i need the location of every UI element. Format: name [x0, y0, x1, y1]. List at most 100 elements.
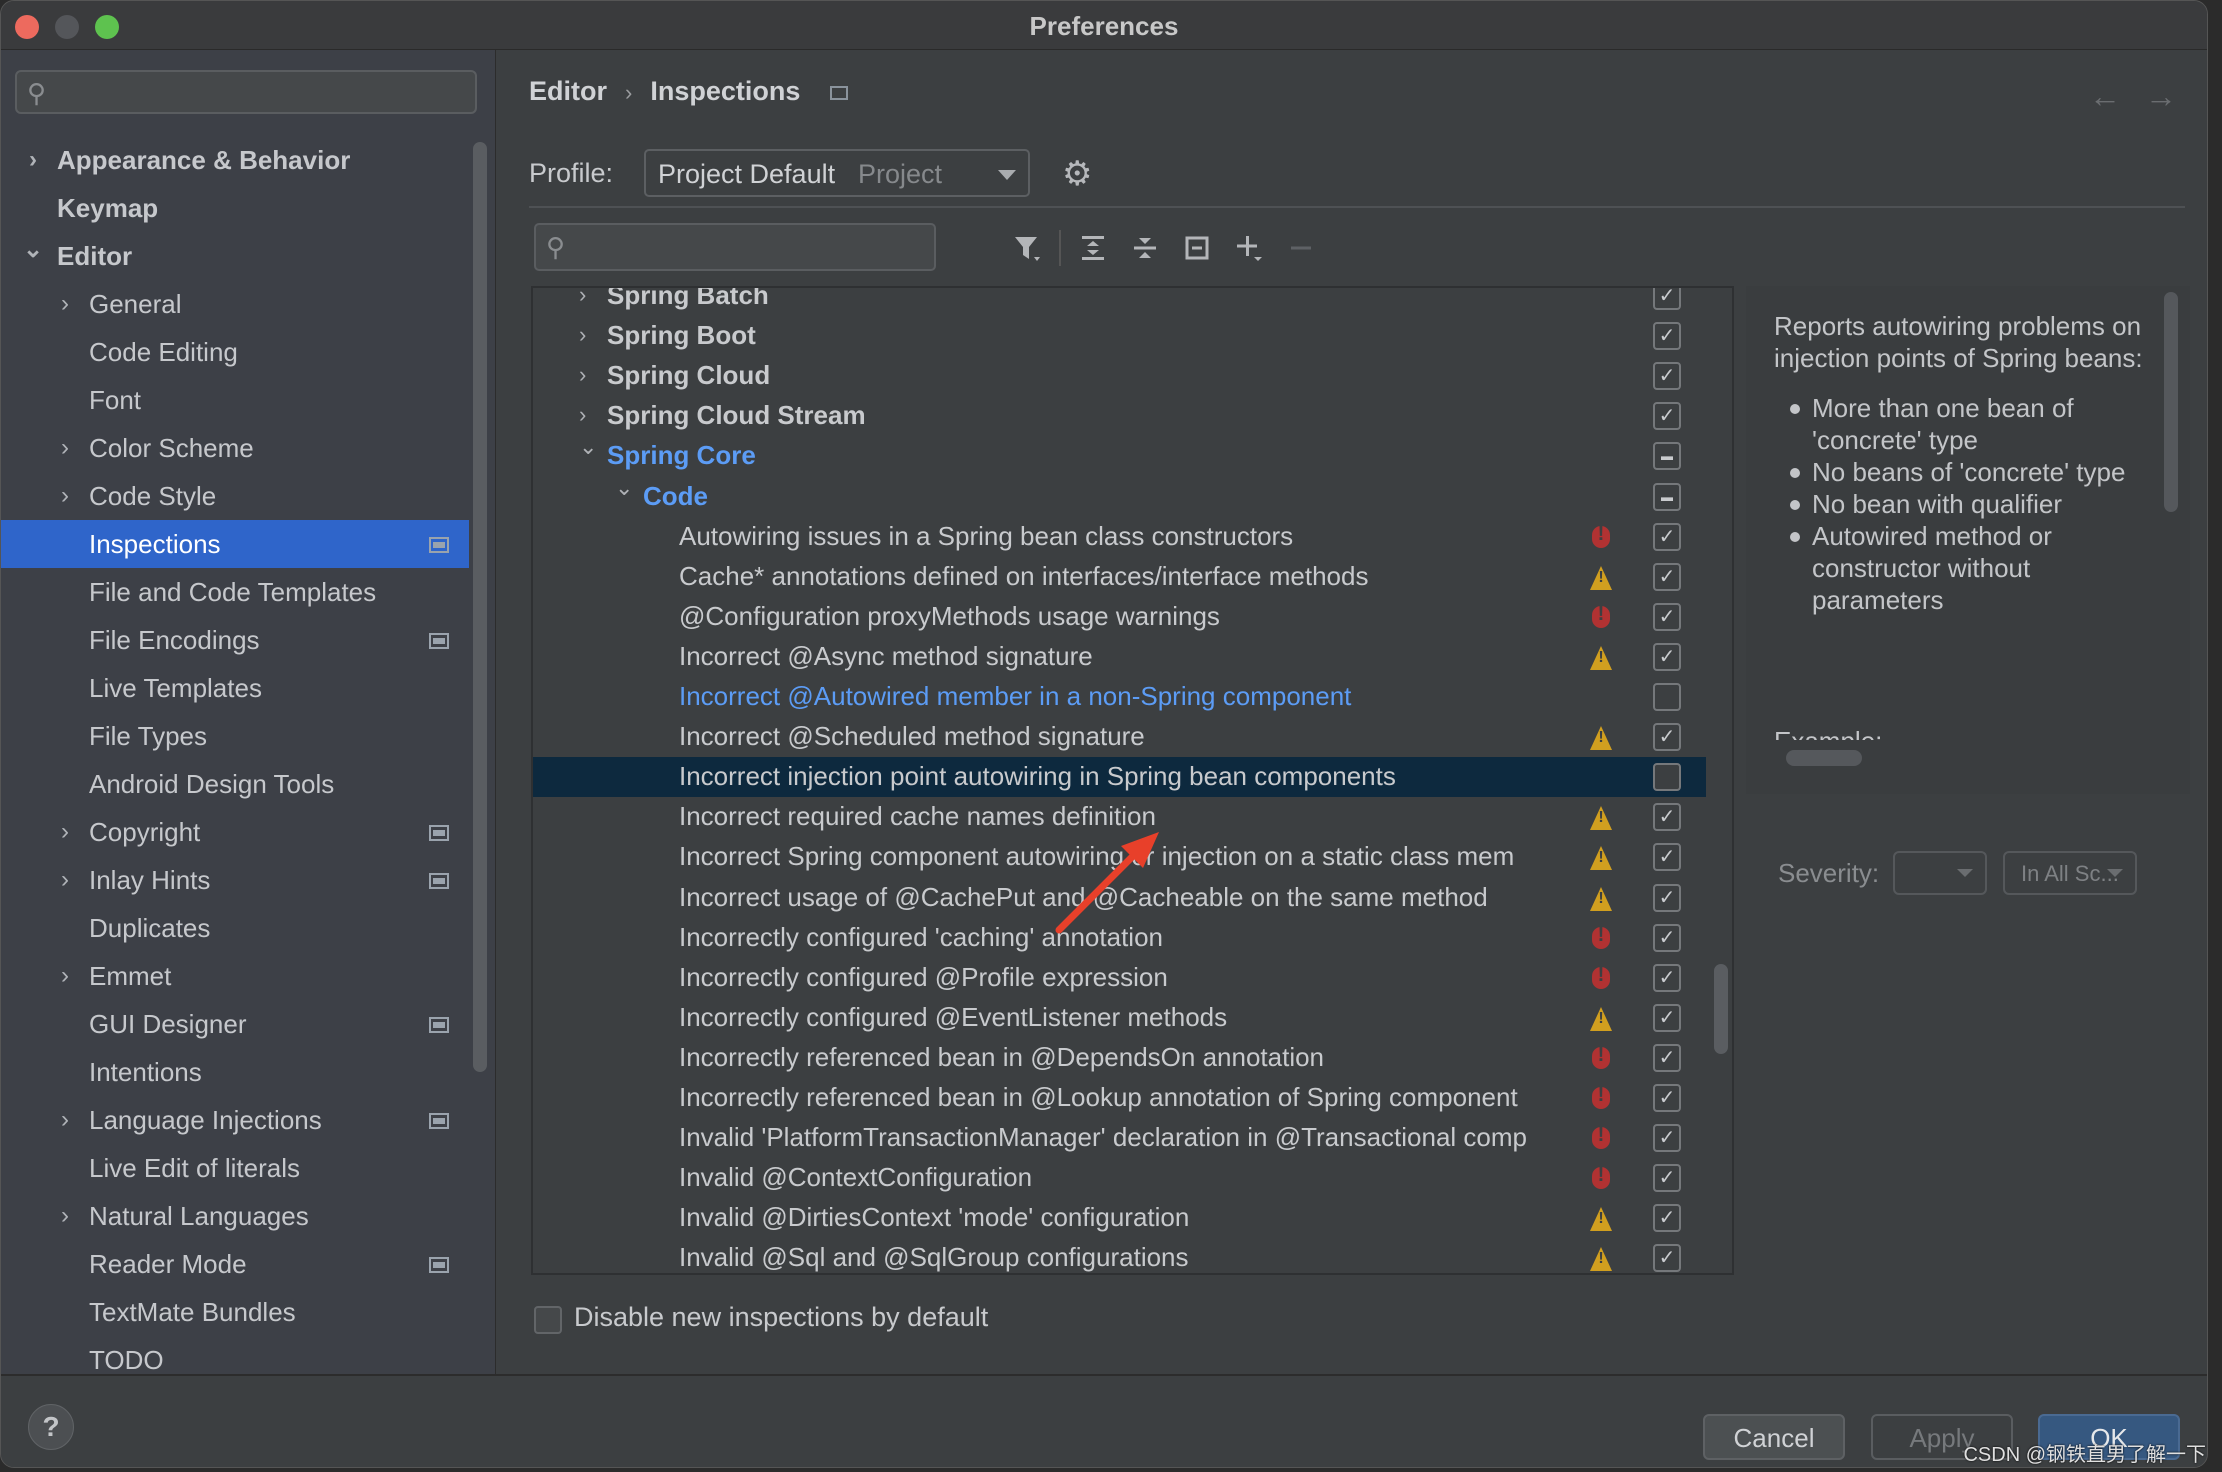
remove-icon[interactable]	[1275, 226, 1327, 270]
inspection-row[interactable]: Incorrect @Async method signature ✓	[533, 637, 1706, 677]
collapse-all-icon[interactable]	[1119, 226, 1171, 270]
inspection-group-row[interactable]: ⌄ Spring Core ▬	[533, 434, 1706, 476]
severity-dropdown[interactable]	[1893, 851, 1987, 895]
chevron-right-icon[interactable]: ›	[55, 808, 75, 856]
sidebar-item-code-editing[interactable]: Code Editing	[1, 328, 469, 376]
chevron-right-icon[interactable]: ›	[579, 362, 586, 388]
sidebar-item-duplicates[interactable]: Duplicates	[1, 904, 469, 952]
inspection-checkbox[interactable]: ✓	[1653, 1124, 1681, 1153]
sidebar-item-live-edit-of-literals[interactable]: Live Edit of literals	[1, 1144, 469, 1192]
sidebar-item-inlay-hints[interactable]: › Inlay Hints	[1, 856, 469, 904]
help-button[interactable]: ?	[28, 1404, 74, 1450]
expand-all-icon[interactable]	[1067, 226, 1119, 270]
inspection-row[interactable]: Incorrectly configured @Profile expressi…	[533, 958, 1706, 998]
disable-new-inspections-label[interactable]: Disable new inspections by default	[574, 1302, 988, 1333]
forward-arrow-icon[interactable]: →	[2145, 78, 2177, 114]
inspection-group-row[interactable]: › Spring Batch ✓	[533, 288, 1706, 316]
sidebar-item-file-and-code-templates[interactable]: File and Code Templates	[1, 568, 469, 616]
chevron-right-icon[interactable]: ›	[55, 280, 75, 328]
inspection-checkbox[interactable]: ✓	[1653, 1164, 1681, 1193]
sidebar-item-language-injections[interactable]: › Language Injections	[1, 1096, 469, 1144]
inspection-row[interactable]: @Configuration proxyMethods usage warnin…	[533, 597, 1706, 637]
sidebar-item-natural-languages[interactable]: › Natural Languages	[1, 1192, 469, 1240]
settings-search-input[interactable]: ⚲	[15, 70, 477, 114]
inspection-checkbox[interactable]: ✓	[1653, 1084, 1681, 1112]
sidebar-item-emmet[interactable]: › Emmet	[1, 952, 469, 1000]
inspection-row[interactable]: Incorrect @Autowired member in a non-Spr…	[533, 677, 1706, 717]
add-icon[interactable]	[1223, 226, 1275, 270]
sidebar-scrollbar[interactable]	[473, 142, 487, 1072]
inspection-checkbox[interactable]: ✓	[1653, 642, 1681, 671]
inspection-checkbox[interactable]: ✓	[1653, 923, 1681, 952]
sidebar-item-gui-designer[interactable]: GUI Designer	[1, 1000, 469, 1048]
inspection-group-row[interactable]: › Spring Cloud Stream ✓	[533, 396, 1706, 436]
sidebar-item-intentions[interactable]: Intentions	[1, 1048, 469, 1096]
inspection-row[interactable]: Invalid 'PlatformTransactionManager' dec…	[533, 1118, 1706, 1158]
inspection-search-input[interactable]: ⚲	[534, 223, 936, 271]
chevron-right-icon[interactable]: ›	[579, 402, 586, 428]
filter-icon[interactable]	[1001, 226, 1053, 270]
chevron-right-icon[interactable]: ›	[55, 1096, 75, 1144]
inspection-checkbox[interactable]	[1653, 763, 1681, 792]
disable-new-inspections-checkbox[interactable]	[534, 1306, 562, 1334]
chevron-right-icon[interactable]: ›	[55, 1192, 75, 1240]
sidebar-item-inspections[interactable]: Inspections	[1, 520, 469, 568]
inspection-checkbox[interactable]: ✓	[1653, 362, 1681, 391]
description-vertical-scrollbar[interactable]	[2164, 292, 2178, 512]
sidebar-item-code-style[interactable]: › Code Style	[1, 472, 469, 520]
inspection-row[interactable]: Incorrect injection point autowiring in …	[533, 757, 1706, 798]
sidebar-item-file-types[interactable]: File Types	[1, 712, 469, 760]
inspection-checkbox[interactable]: ✓	[1653, 522, 1681, 551]
inspection-row[interactable]: Incorrectly configured @EventListener me…	[533, 998, 1706, 1038]
inspection-checkbox[interactable]: ✓	[1653, 803, 1681, 832]
chevron-right-icon[interactable]: ›	[579, 288, 586, 308]
sidebar-item-color-scheme[interactable]: › Color Scheme	[1, 424, 469, 472]
inspection-checkbox[interactable]: ✓	[1653, 288, 1681, 310]
inspection-checkbox[interactable]: ▬	[1653, 482, 1681, 511]
chevron-right-icon[interactable]: ›	[55, 952, 75, 1000]
chevron-down-icon[interactable]: ⌄	[23, 226, 43, 274]
chevron-down-icon[interactable]: ⌄	[579, 434, 597, 460]
inspection-row[interactable]: Autowiring issues in a Spring bean class…	[533, 517, 1706, 557]
reset-icon[interactable]	[1171, 226, 1223, 270]
inspection-row[interactable]: Incorrectly referenced bean in @DependsO…	[533, 1038, 1706, 1078]
inspection-checkbox[interactable]: ✓	[1653, 402, 1681, 431]
inspection-row[interactable]: Invalid @ContextConfiguration ✓	[533, 1158, 1706, 1198]
sidebar-item-live-templates[interactable]: Live Templates	[1, 664, 469, 712]
sidebar-item-textmate-bundles[interactable]: TextMate Bundles	[1, 1288, 469, 1336]
chevron-right-icon[interactable]: ›	[55, 472, 75, 520]
inspection-group-row[interactable]: ⌄ Code ▬	[533, 475, 1706, 517]
chevron-right-icon[interactable]: ›	[55, 856, 75, 904]
cancel-button[interactable]: Cancel	[1703, 1414, 1845, 1460]
sidebar-item-copyright[interactable]: › Copyright	[1, 808, 469, 856]
inspection-checkbox[interactable]: ✓	[1653, 843, 1681, 872]
back-arrow-icon[interactable]: ←	[2089, 78, 2121, 114]
sidebar-item-font[interactable]: Font	[1, 376, 469, 424]
inspection-checkbox[interactable]: ▬	[1653, 442, 1681, 471]
inspection-checkbox[interactable]: ✓	[1653, 1244, 1681, 1273]
chevron-down-icon[interactable]: ⌄	[615, 475, 633, 501]
breadcrumb-editor[interactable]: Editor	[529, 76, 607, 106]
sidebar-item-reader-mode[interactable]: Reader Mode	[1, 1240, 469, 1288]
sidebar-item-file-encodings[interactable]: File Encodings	[1, 616, 469, 664]
inspection-checkbox[interactable]: ✓	[1653, 1204, 1681, 1233]
inspection-checkbox[interactable]: ✓	[1653, 1003, 1681, 1032]
chevron-right-icon[interactable]: ›	[579, 322, 586, 348]
sidebar-item-android-design-tools[interactable]: Android Design Tools	[1, 760, 469, 808]
inspection-group-row[interactable]: › Spring Cloud ✓	[533, 356, 1706, 396]
inspection-checkbox[interactable]: ✓	[1653, 723, 1681, 752]
inspection-checkbox[interactable]: ✓	[1653, 602, 1681, 631]
inspection-checkbox[interactable]: ✓	[1653, 883, 1681, 912]
chevron-right-icon[interactable]: ›	[23, 136, 43, 184]
inspection-checkbox[interactable]: ✓	[1653, 322, 1681, 351]
inspection-row[interactable]: Incorrect @Scheduled method signature ✓	[533, 717, 1706, 757]
inspection-row[interactable]: Invalid @DirtiesContext 'mode' configura…	[533, 1198, 1706, 1238]
inspection-row[interactable]: Incorrectly referenced bean in @Lookup a…	[533, 1078, 1706, 1118]
inspection-checkbox[interactable]: ✓	[1653, 1043, 1681, 1072]
tree-scrollbar[interactable]	[1714, 964, 1728, 1054]
gear-icon[interactable]: ⚙	[1062, 154, 1092, 194]
sidebar-item-keymap[interactable]: Keymap	[1, 184, 469, 232]
inspection-group-row[interactable]: › Spring Boot ✓	[533, 316, 1706, 356]
scope-dropdown[interactable]: In All Sc...	[2003, 851, 2137, 895]
inspection-checkbox[interactable]	[1653, 683, 1681, 711]
